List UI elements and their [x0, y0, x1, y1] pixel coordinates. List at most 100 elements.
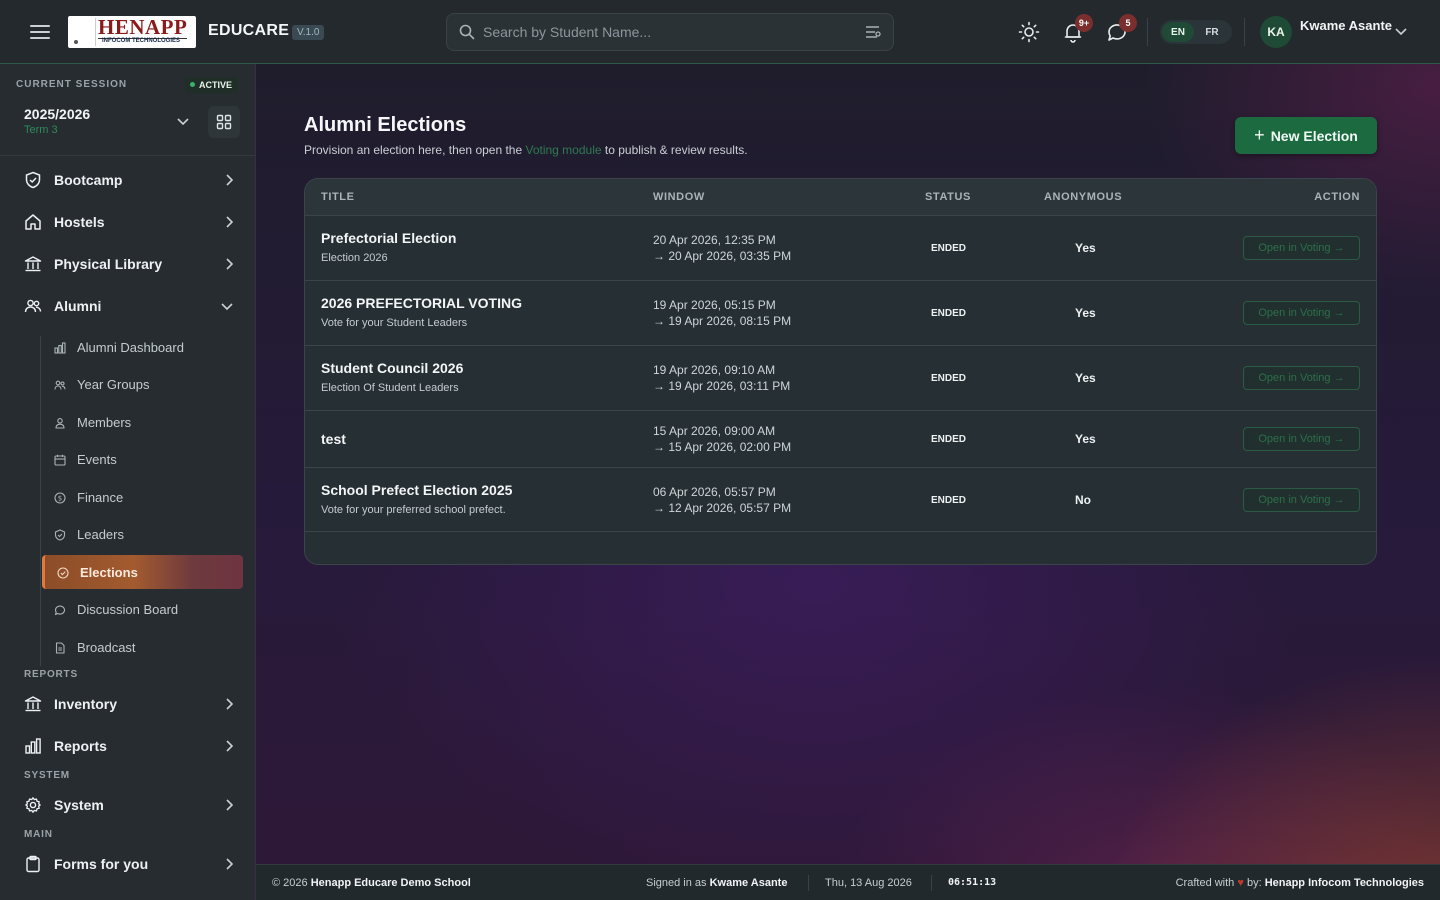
search-input[interactable] — [483, 14, 853, 50]
hamburger-icon[interactable] — [30, 22, 50, 42]
open-in-voting-button[interactable]: Open in Voting → — [1243, 427, 1360, 451]
session-year: 2025/2026 — [24, 106, 91, 122]
status-badge: ENDED — [931, 243, 967, 254]
column-header-status: STATUS — [925, 191, 971, 203]
sidebar-item-broadcast[interactable]: Broadcast — [42, 630, 243, 664]
open-in-voting-button[interactable]: Open in Voting → — [1243, 301, 1360, 325]
table-row: 2026 PREFECTORIAL VOTING Vote for your S… — [305, 280, 1376, 345]
submenu-guide-line — [40, 336, 41, 666]
sidebar-item-label: System — [54, 797, 104, 813]
top-bar: HENAPP INFOCOM TECHNOLOGIES EDUCARE V.1.… — [0, 0, 1440, 64]
sidebar-item-hostels[interactable]: Hostels — [16, 204, 244, 240]
voting-module-link[interactable]: Voting module — [525, 143, 601, 157]
sidebar-item-label: Physical Library — [54, 256, 163, 272]
chevron-right-icon — [224, 215, 234, 234]
window-end: → 19 Apr 2026, 03:11 PM — [653, 379, 791, 393]
badge-icon — [54, 528, 66, 546]
user-name[interactable]: Kwame Asante — [1300, 18, 1392, 33]
sidebar-item-discussion-board[interactable]: Discussion Board — [42, 592, 243, 626]
footer-credits: Crafted with ♥ by: Henapp Infocom Techno… — [1176, 877, 1424, 889]
election-title: test — [321, 431, 346, 447]
lang-fr-button[interactable]: FR — [1196, 22, 1228, 42]
sidebar-item-alumni-dashboard[interactable]: Alumni Dashboard — [42, 330, 243, 364]
avatar[interactable]: KA — [1260, 16, 1292, 48]
divider — [1147, 18, 1148, 46]
sidebar-item-reports[interactable]: Reports — [16, 728, 244, 764]
footer-signed-in: Signed in as Kwame Asante — [646, 877, 787, 889]
sun-icon[interactable] — [1017, 20, 1041, 44]
election-window: 06 Apr 2026, 05:57 PM → 12 Apr 2026, 05:5… — [653, 484, 791, 516]
divider — [1244, 18, 1245, 46]
sidebar-item-elections[interactable]: Elections — [42, 555, 243, 589]
new-election-label: New Election — [1270, 127, 1358, 144]
coin-icon: $ — [54, 491, 66, 509]
chevron-down-icon[interactable] — [176, 114, 190, 132]
sidebar-item-finance[interactable]: $ Finance — [42, 480, 243, 514]
session-label: CURRENT SESSION — [16, 79, 128, 90]
column-header-title: TITLE — [321, 191, 355, 203]
election-title: Prefectorial Election — [321, 230, 457, 246]
sidebar-item-label: Bootcamp — [54, 172, 123, 188]
grid-icon[interactable] — [208, 106, 240, 138]
logo-main-text: HENAPP — [98, 16, 188, 39]
lang-en-button[interactable]: EN — [1162, 22, 1194, 42]
footer-copyright: © 2026 Henapp Educare Demo School — [272, 877, 471, 889]
sidebar-item-alumni[interactable]: Alumni — [16, 288, 244, 324]
table-row: Prefectorial Election Election 2026 20 A… — [305, 215, 1376, 280]
sidebar-item-label: Finance — [77, 489, 124, 505]
filter-icon[interactable] — [865, 25, 881, 44]
chart-icon — [54, 341, 66, 359]
building-icon — [24, 695, 42, 718]
sidebar-item-inventory[interactable]: Inventory — [16, 686, 244, 722]
sidebar-item-label: Discussion Board — [77, 601, 179, 617]
election-window: 19 Apr 2026, 05:15 PM → 19 Apr 2026, 08:1… — [653, 297, 791, 329]
sidebar-item-label: Forms for you — [54, 856, 149, 872]
chevron-down-icon[interactable] — [1394, 24, 1408, 42]
election-title: Student Council 2026 — [321, 360, 464, 376]
version-badge: V.1.0 — [292, 25, 325, 40]
gear-icon — [24, 796, 42, 819]
signed-user: Kwame Asante — [709, 877, 788, 889]
sidebar-item-events[interactable]: Events — [42, 442, 243, 476]
sidebar-item-label: Events — [77, 451, 117, 467]
open-in-voting-button[interactable]: Open in Voting → — [1243, 236, 1360, 260]
sidebar-item-leaders[interactable]: Leaders — [42, 517, 243, 551]
status-badge: ENDED — [931, 373, 967, 384]
session-panel: CURRENT SESSION ACTIVE 2025/2026 Term 3 — [0, 64, 255, 156]
window-start: 15 Apr 2026, 09:00 AM — [653, 424, 776, 438]
open-in-voting-button[interactable]: Open in Voting → — [1243, 366, 1360, 390]
election-description: Vote for your preferred school prefect. — [321, 504, 506, 516]
sidebar-item-label: Inventory — [54, 696, 118, 712]
window-start: 19 Apr 2026, 05:15 PM — [653, 298, 776, 312]
sidebar-item-forms[interactable]: Forms for you — [16, 846, 244, 882]
anonymous-value: Yes — [1075, 371, 1096, 385]
logo: HENAPP INFOCOM TECHNOLOGIES — [68, 16, 196, 48]
sidebar-item-year-groups[interactable]: Year Groups — [42, 367, 243, 401]
footer: © 2026 Henapp Educare Demo School Signed… — [256, 864, 1440, 900]
sidebar-item-system[interactable]: System — [16, 787, 244, 823]
svg-text:$: $ — [58, 495, 62, 503]
chat-icon[interactable]: 5 — [1105, 14, 1137, 44]
election-title: School Prefect Election 2025 — [321, 482, 513, 498]
sidebar-item-members[interactable]: Members — [42, 405, 243, 439]
session-status-badge: ACTIVE — [185, 77, 239, 93]
footer-clock: 06:51:13 — [948, 877, 997, 888]
election-description: Election Of Student Leaders — [321, 382, 459, 394]
sidebar-item-physical-library[interactable]: Physical Library — [16, 246, 244, 282]
sidebar-item-label: Members — [77, 414, 132, 430]
plus-icon: + — [1254, 125, 1265, 145]
notifications-badge: 9+ — [1075, 14, 1093, 32]
open-in-voting-button[interactable]: Open in Voting → — [1243, 488, 1360, 512]
chevron-right-icon — [224, 697, 234, 716]
elections-table: TITLE WINDOW STATUS ANONYMOUS ACTION Pre… — [304, 178, 1377, 565]
anonymous-value: Yes — [1075, 241, 1096, 255]
message-icon — [54, 603, 66, 621]
new-election-button[interactable]: + New Election — [1235, 117, 1377, 154]
column-header-anonymous: ANONYMOUS — [1044, 191, 1123, 203]
bell-icon[interactable]: 9+ — [1061, 14, 1093, 44]
table-row: Student Council 2026 Election Of Student… — [305, 345, 1376, 410]
sidebar-item-bootcamp[interactable]: Bootcamp — [16, 162, 244, 198]
section-label-system: SYSTEM — [24, 770, 70, 781]
footer-date: Thu, 13 Aug 2026 — [825, 877, 912, 889]
window-end: → 19 Apr 2026, 08:15 PM — [653, 314, 792, 328]
